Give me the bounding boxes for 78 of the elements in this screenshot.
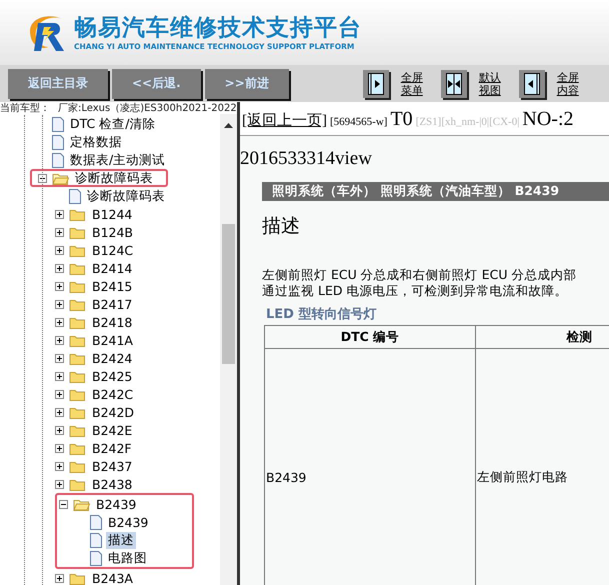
document-icon	[69, 188, 81, 204]
view-toggle-icon[interactable]	[440, 70, 467, 98]
folder-icon	[69, 478, 86, 490]
tree-item[interactable]: B2439	[106, 514, 150, 530]
tree-item[interactable]: B124C	[90, 242, 136, 258]
folder-icon	[69, 370, 86, 382]
folder-icon	[52, 172, 69, 184]
scrollbar[interactable]	[220, 114, 237, 585]
description-text: 通过监视 LED 电源电压，可检测到异常电流和故障。	[262, 283, 568, 299]
folder-icon	[69, 262, 86, 274]
tree-item[interactable]: B2438	[90, 476, 134, 492]
vehicle-label: 当前车型：	[0, 102, 50, 115]
tree-item[interactable]: B242C	[90, 386, 136, 402]
folder-icon	[69, 352, 86, 364]
column-header: 检测	[475, 326, 609, 348]
document-icon	[90, 532, 102, 548]
tree-item[interactable]: B2437	[90, 458, 134, 474]
document-icon	[52, 116, 64, 132]
folder-icon	[69, 226, 86, 238]
folder-icon	[69, 298, 86, 310]
tree-item[interactable]: B2424	[90, 350, 134, 366]
debug-tag: [ZS1][xh_nm-|0|[CX-0|	[416, 116, 520, 128]
folder-icon	[69, 388, 86, 400]
tree-item[interactable]: 定格数据	[68, 134, 124, 150]
tree-item[interactable]: B2418	[90, 314, 134, 330]
tree-item[interactable]: 描述	[106, 532, 136, 548]
tree-item[interactable]: 诊断故障码表	[85, 188, 167, 204]
tree-item[interactable]: B2414	[90, 260, 134, 276]
folder-icon	[69, 406, 86, 418]
vehicle-model: 厂家:Lexus（凌志)ES300h2021-2022	[58, 102, 237, 115]
description-text: 左侧前照灯 ECU 分总成和右侧前照灯 ECU 分总成内部	[262, 267, 578, 283]
view-link[interactable]: 全屏 菜单	[400, 70, 423, 96]
tree-item[interactable]: B243A	[90, 570, 135, 585]
document-icon	[52, 134, 64, 150]
scrollbar-thumb[interactable]	[222, 224, 235, 364]
tree-item[interactable]: B1244	[90, 206, 134, 222]
tree-item[interactable]: B2439	[94, 496, 138, 512]
tree-item[interactable]: B2425	[90, 368, 134, 384]
folder-icon	[69, 442, 86, 454]
tree-item[interactable]: B2415	[90, 278, 134, 294]
page-id: [5694565-w]	[330, 116, 388, 128]
column-header: DTC 编号	[264, 326, 476, 348]
scroll-up-icon[interactable]	[224, 122, 233, 128]
folder-icon	[69, 280, 86, 292]
back-link[interactable]: [返回上一页]	[242, 111, 327, 130]
tree-item[interactable]: 诊断故障码表	[73, 170, 155, 186]
section-heading: 描述	[262, 214, 301, 239]
view-toggle-icon[interactable]	[362, 70, 389, 98]
folder-icon	[69, 572, 86, 584]
document-icon	[90, 550, 102, 566]
folder-icon	[73, 498, 90, 510]
site-title: 畅易汽车维修技术支持平台	[74, 14, 362, 42]
page-number: NO-:2	[522, 108, 574, 131]
folder-icon	[69, 316, 86, 328]
tree-item[interactable]: 电路图	[106, 550, 149, 566]
folder-icon	[69, 460, 86, 472]
breadcrumb-bar: 照明系统（车外） 照明系统（汽油车型） B2439	[262, 182, 609, 201]
document-icon	[90, 514, 102, 530]
tree-item[interactable]: B242E	[90, 422, 134, 438]
document-icon	[52, 152, 64, 168]
folder-icon	[69, 334, 86, 346]
tree-item[interactable]: 数据表/主动测试	[68, 152, 168, 168]
view-link[interactable]: 默认 视图	[478, 70, 501, 96]
tree-item[interactable]: B241A	[90, 332, 135, 348]
view-toggle-icon[interactable]	[518, 70, 545, 98]
tree-item[interactable]: DTC 检查/清除	[68, 116, 158, 132]
subsection-heading: LED 型转向信号灯	[266, 306, 378, 323]
page-code: T0	[390, 108, 413, 131]
tree-item[interactable]: B242D	[90, 404, 136, 420]
view-id: 2016533314view	[240, 148, 373, 170]
tree-item[interactable]: B2417	[90, 296, 134, 312]
folder-icon	[69, 424, 86, 436]
folder-icon	[69, 244, 86, 256]
view-link[interactable]: 全屏 内容	[556, 70, 579, 96]
folder-icon	[69, 208, 86, 220]
tree-item[interactable]: B242F	[90, 440, 134, 456]
table-cell: B2439	[264, 348, 476, 585]
tree-item[interactable]: B124B	[90, 224, 136, 240]
